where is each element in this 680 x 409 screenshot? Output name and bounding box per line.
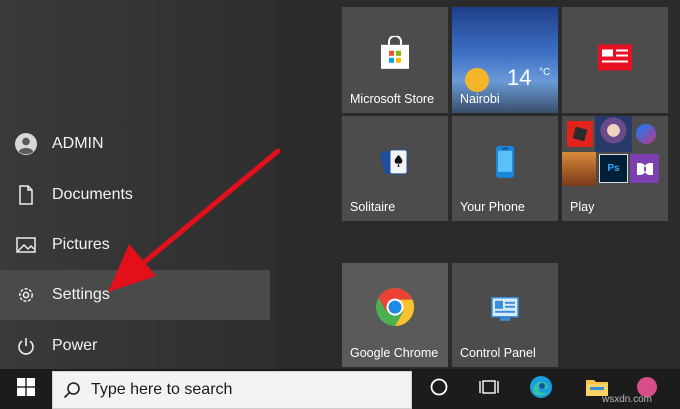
start-button[interactable] [0,369,52,409]
task-view-button[interactable] [465,369,513,409]
cortana-button[interactable] [415,369,463,409]
search-placeholder: Type here to search [91,381,233,398]
cortana-circle-icon [430,378,448,401]
task-view-icon [479,378,499,401]
windows-logo-icon [17,377,35,401]
red-annotation-arrow [108,148,281,292]
edge-taskbar-button[interactable] [517,369,565,409]
edge-icon [529,375,553,404]
search-icon [53,381,91,399]
watermark: wsxdn.com [602,394,653,405]
taskbar-search-box[interactable]: Type here to search [52,371,412,409]
taskbar: Type here to search [0,369,680,409]
